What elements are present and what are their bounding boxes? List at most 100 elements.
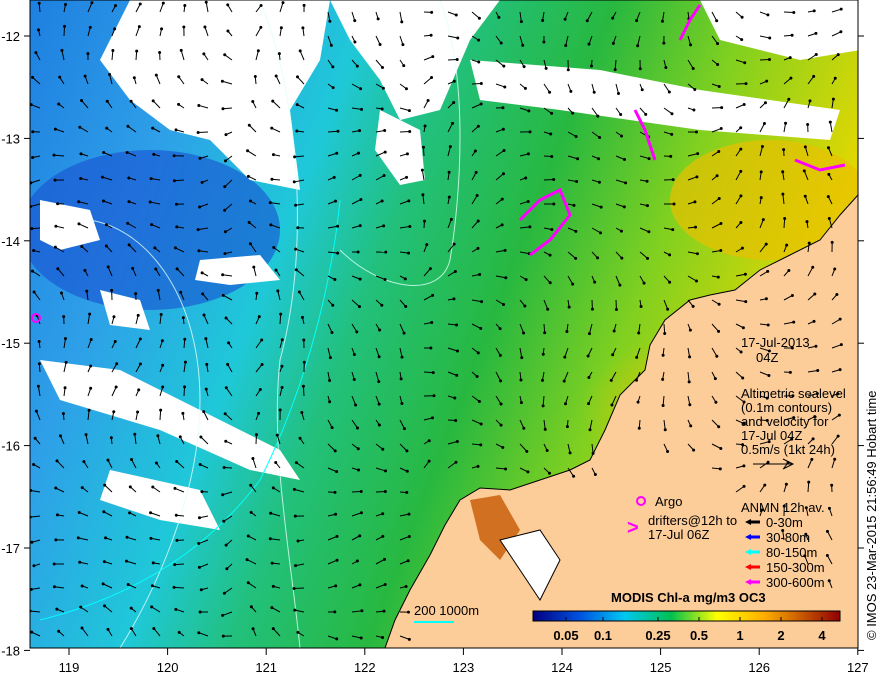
velocity-arrowhead — [572, 474, 576, 478]
velocity-arrowhead — [380, 199, 384, 203]
velocity-arrowhead — [336, 251, 340, 255]
velocity-arrowhead — [574, 135, 578, 139]
velocity-arrowhead — [125, 150, 129, 154]
velocity-arrowhead — [105, 126, 109, 130]
date-label: 17-Jul-2013 — [741, 335, 810, 350]
velocity-arrowhead — [53, 178, 57, 182]
velocity-arrowhead — [355, 330, 359, 334]
velocity-arrowhead — [609, 378, 613, 382]
velocity-arrowhead — [447, 170, 451, 174]
velocity-arrowhead — [479, 326, 483, 330]
velocity-arrowhead — [382, 224, 386, 228]
velocity-arrowhead — [226, 362, 230, 366]
velocity-arrowhead — [407, 109, 411, 113]
velocity-arrowhead — [719, 248, 723, 252]
velocity-arrowhead — [803, 145, 807, 149]
velocity-arrowhead — [503, 85, 507, 89]
velocity-arrowhead — [271, 627, 275, 631]
velocity-arrowhead — [174, 128, 178, 132]
velocity-arrowhead — [407, 637, 411, 641]
velocity-arrowhead — [135, 49, 139, 53]
velocity-arrowhead — [336, 129, 340, 133]
velocity-arrowhead — [588, 428, 592, 432]
velocity-arrowhead — [476, 351, 480, 355]
map-area — [30, 0, 858, 648]
velocity-arrowhead — [740, 15, 744, 19]
x-tick-label: 123 — [453, 660, 475, 675]
velocity-arrowhead — [197, 565, 201, 569]
velocity-arrowhead — [271, 584, 275, 588]
velocity-arrowhead — [359, 197, 363, 201]
velocity-arrowhead — [227, 341, 231, 345]
velocity-arrowhead — [502, 302, 506, 306]
velocity-arrowhead — [114, 4, 118, 8]
velocity-arrowhead — [501, 106, 505, 110]
velocity-arrowhead — [154, 461, 158, 465]
y-tick-label: -15 — [1, 336, 20, 351]
velocity-arrowhead — [201, 292, 205, 296]
velocity-arrowhead — [133, 432, 137, 436]
velocity-arrowhead — [295, 103, 299, 107]
velocity-arrowhead — [224, 386, 228, 390]
velocity-arrowhead — [353, 19, 357, 23]
velocity-arrowhead — [245, 558, 249, 562]
velocity-arrowhead — [540, 378, 544, 382]
velocity-arrowhead — [334, 584, 338, 588]
velocity-arrowhead — [691, 304, 695, 308]
velocity-arrowhead — [281, 1, 285, 5]
velocity-arrowhead — [827, 506, 831, 510]
velocity-arrowhead — [137, 25, 141, 29]
velocity-arrowhead — [646, 256, 650, 260]
velocity-arrowhead — [833, 76, 837, 80]
velocity-arrowhead — [124, 559, 128, 563]
velocity-arrowhead — [249, 483, 253, 487]
velocity-arrowhead — [378, 43, 382, 47]
velocity-arrowhead — [37, 362, 41, 366]
velocity-arrowhead — [814, 31, 818, 35]
velocity-arrowhead — [598, 135, 602, 139]
velocity-arrowhead — [293, 608, 297, 612]
y-tick-label: -18 — [1, 643, 20, 658]
velocity-arrowhead — [807, 241, 811, 245]
velocity-arrowhead — [355, 64, 359, 68]
velocity-arrowhead — [197, 631, 201, 635]
velocity-arrowhead — [620, 256, 624, 260]
velocity-arrowhead — [783, 216, 787, 220]
velocity-arrowhead — [64, 360, 68, 364]
y-tick-label: -16 — [1, 439, 20, 454]
velocity-arrowhead — [224, 439, 228, 443]
velocity-arrowhead — [618, 283, 622, 287]
velocity-arrowhead — [331, 65, 335, 69]
velocity-arrowhead — [30, 540, 34, 544]
velocity-arrowhead — [79, 152, 83, 156]
velocity-arrowhead — [359, 489, 363, 493]
velocity-arrowhead — [358, 173, 362, 177]
velocity-arrowhead — [524, 278, 528, 282]
velocity-arrowhead — [501, 172, 505, 176]
velocity-arrowhead — [333, 278, 337, 282]
velocity-arrowhead — [693, 200, 697, 204]
velocity-arrowhead — [136, 410, 140, 414]
velocity-arrowhead — [221, 634, 225, 638]
velocity-arrowhead — [226, 29, 230, 33]
velocity-arrowhead — [714, 400, 718, 404]
velocity-arrowhead — [405, 469, 409, 473]
velocity-arrowhead — [405, 490, 409, 494]
velocity-arrowhead — [661, 377, 665, 381]
velocity-arrowhead — [330, 330, 334, 334]
velocity-arrowhead — [269, 511, 273, 515]
velocity-arrowhead — [223, 252, 227, 256]
velocity-arrowhead — [196, 131, 200, 135]
velocity-arrowhead — [562, 379, 566, 383]
velocity-arrowhead — [353, 40, 357, 44]
velocity-arrowhead — [31, 130, 35, 134]
velocity-arrowhead — [202, 52, 206, 56]
velocity-arrowhead — [403, 277, 407, 281]
velocity-arrowhead — [377, 380, 381, 384]
velocity-arrowhead — [766, 460, 770, 464]
velocity-arrowhead — [149, 536, 153, 540]
velocity-arrowhead — [111, 48, 115, 52]
velocity-arrowhead — [78, 560, 82, 564]
velocity-arrowhead — [455, 440, 459, 444]
velocity-arrowhead — [454, 418, 458, 422]
